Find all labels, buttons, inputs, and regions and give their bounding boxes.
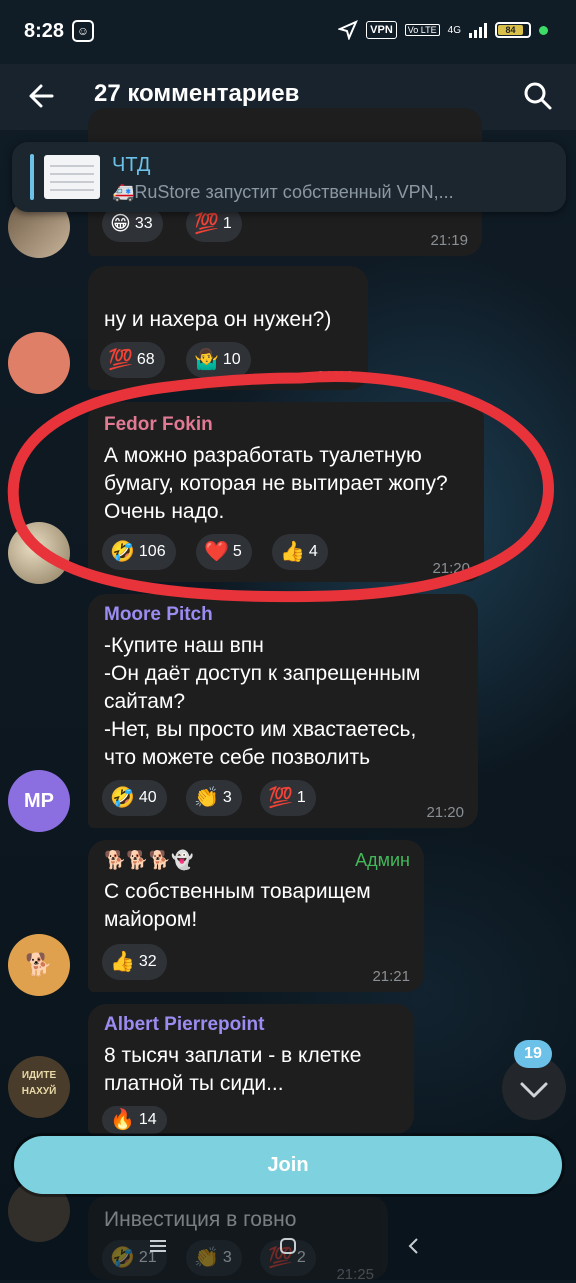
location-icon [338, 20, 359, 40]
reaction-emoji: 💯 [194, 213, 219, 235]
message-text: ну и нахера он нужен?) [104, 308, 332, 331]
admin-badge: Админ [355, 850, 410, 870]
signal-icon [469, 22, 487, 38]
message-bubble[interactable]: Albert Pierrepoint 8 тысяч заплати - в к… [88, 1004, 414, 1134]
message-bubble[interactable]: 🐕🐕🐕👻 Админ С собственным товарищем майор… [88, 840, 424, 992]
sender-name[interactable]: Fedor Fokin [104, 414, 213, 436]
message-text: 8 тысяч заплати - в клетке платной ты си… [104, 1044, 362, 1095]
back-nav-icon[interactable] [402, 1234, 426, 1258]
avatar-text: ИДИТЕ НАХУЙ [21, 1070, 57, 1097]
reaction-emoji: 👍 [110, 951, 135, 973]
search-icon[interactable] [518, 76, 558, 116]
sender-name[interactable]: 🐕🐕🐕👻 [104, 850, 194, 871]
reaction-chip[interactable]: 🤣 40 [102, 780, 167, 816]
reaction-chip[interactable]: 💯 1 [260, 780, 316, 816]
status-time: 8:28 [24, 20, 65, 42]
reaction-emoji: ❤️ [204, 541, 229, 563]
message-text: С собственным товарищем майором! [104, 880, 371, 931]
reaction-chip[interactable]: 🔥 14 [102, 1106, 167, 1134]
avatar[interactable]: 🐕 [8, 934, 70, 996]
pinned-title: ЧТД [112, 154, 151, 176]
reaction-count: 68 [136, 351, 155, 368]
reaction-emoji: 😁 [110, 213, 131, 235]
network-type: 4G [447, 24, 461, 36]
reaction-emoji: 👍 [280, 541, 305, 563]
unread-count-badge: 19 [514, 1040, 552, 1068]
avatar[interactable]: MP [8, 770, 70, 832]
sender-name[interactable]: Albert Pierrepoint [104, 1014, 264, 1036]
reaction-chip[interactable]: 👍 32 [102, 944, 167, 980]
message-line: -Он даёт доступ к запрещенным [104, 662, 421, 685]
message-line: что можете себе позволить [104, 746, 371, 769]
reaction-count: 1 [296, 789, 306, 806]
volte-icon: Vo LTE [404, 24, 440, 36]
menu-icon[interactable] [146, 1234, 170, 1258]
vpn-indicator: VPN [366, 21, 397, 39]
home-icon[interactable] [276, 1234, 300, 1258]
reaction-count: 14 [138, 1111, 157, 1128]
pinned-message[interactable]: ЧТД 🚑RuStore запустит собственный VPN,..… [12, 142, 566, 212]
reaction-count: 4 [308, 543, 318, 560]
reaction-chip[interactable]: 👍 4 [272, 534, 328, 570]
reaction-count: 5 [232, 543, 242, 560]
avatar[interactable]: ИДИТЕ НАХУЙ [8, 1056, 70, 1118]
status-right: VPN Vo LTE 4G 84 [338, 20, 548, 40]
avatar[interactable] [8, 522, 70, 584]
message-text: А можно разработать туалетную бумагу, ко… [104, 444, 448, 523]
reaction-chip[interactable]: 🤷‍♂️ 10 [186, 342, 251, 378]
reaction-chip[interactable]: 🤣 106 [102, 534, 176, 570]
message-time: 21:21 [372, 968, 410, 985]
message-line: -Купите наш впн [104, 634, 264, 657]
reaction-emoji: 🔥 [110, 1109, 135, 1131]
pinned-text: 🚑RuStore запустит собственный VPN,... [112, 182, 454, 202]
message-line: сайтам? [104, 690, 186, 713]
battery-icon: 84 [495, 22, 531, 38]
reaction-count: 3 [222, 789, 232, 806]
reaction-count: 40 [138, 789, 157, 806]
reaction-emoji: 🤷‍♂️ [194, 349, 219, 371]
reaction-count: 33 [134, 215, 153, 232]
avatar[interactable] [8, 332, 70, 394]
message-bubble[interactable]: Fedor Fokin А можно разработать туалетну… [88, 402, 484, 582]
page-title: 27 комментариев [94, 80, 300, 107]
battery-level: 84 [498, 25, 523, 35]
privacy-dot-icon [539, 25, 548, 35]
notification-icon: ☺ [72, 20, 94, 42]
system-nav-bar [0, 1220, 576, 1280]
pinned-accent-bar [30, 154, 34, 200]
reaction-count: 10 [222, 351, 241, 368]
reaction-count: 32 [138, 953, 157, 970]
reaction-count: 106 [138, 543, 166, 560]
status-bar: 8:28 ☺ VPN Vo LTE 4G 84 [0, 0, 576, 64]
reaction-emoji: 💯 [108, 349, 133, 371]
reaction-emoji: 👏 [194, 787, 219, 809]
sender-name[interactable]: Moore Pitch [104, 604, 213, 626]
reaction-chip[interactable]: 👏 3 [186, 780, 242, 816]
message-line: -Нет, вы просто им хвастаетесь, [104, 718, 417, 741]
back-arrow-icon[interactable] [24, 78, 60, 114]
message-time: 21:20 [426, 804, 464, 821]
reaction-count: 1 [222, 215, 232, 232]
message-time: 21:19 [316, 368, 354, 385]
reaction-emoji: 💯 [268, 787, 293, 809]
reaction-chip[interactable]: 💯 68 [100, 342, 165, 378]
pinned-thumbnail [44, 155, 100, 199]
message-time: 21:20 [432, 560, 470, 577]
join-button[interactable]: Join [14, 1136, 562, 1194]
avatar-initials: MP [24, 790, 54, 812]
reaction-emoji: 🤣 [110, 541, 135, 563]
reaction-chip[interactable]: ❤️ 5 [196, 534, 252, 570]
message-time: 21:19 [430, 232, 468, 249]
message-bubble[interactable]: ну и нахера он нужен?) 💯 68 🤷‍♂️ 10 21:19 [88, 266, 368, 390]
reaction-emoji: 🤣 [110, 787, 135, 809]
message-bubble[interactable]: Moore Pitch -Купите наш впн -Он даёт дос… [88, 594, 478, 828]
